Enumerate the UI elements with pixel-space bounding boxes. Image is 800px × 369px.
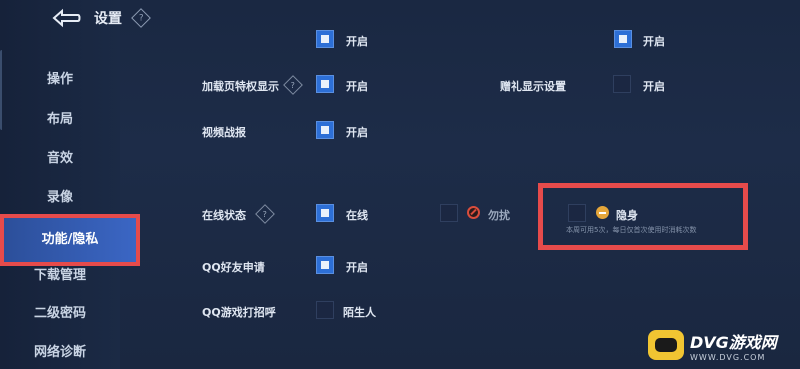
qq-game-greeting-label: QQ游戏打招呼 [202,306,276,319]
header: 设置 ? [48,6,151,30]
row0-right-checkbox[interactable] [614,30,632,48]
invisible-option-label: 隐身 [616,209,638,222]
online-status-label: 在线状态 [202,209,246,222]
sidebar-item-audio[interactable]: 音效 [0,147,120,166]
loading-privilege-label: 加载页特权显示 [202,80,279,93]
dnd-checkbox[interactable] [440,204,458,222]
back-icon[interactable] [48,8,82,28]
online-checkbox[interactable] [316,204,334,222]
sidebar-item-recording[interactable]: 录像 [0,186,120,205]
video-report-checkbox[interactable] [316,121,334,139]
watermark: DVG游戏网 WWW.DVG.COM [648,325,798,365]
sidebar-item-password[interactable]: 二级密码 [0,302,120,321]
help-icon[interactable]: ? [131,8,151,28]
row0-right-value: 开启 [643,35,665,48]
page-title: 设置 [94,11,122,27]
qq-friend-request-label: QQ好友申请 [202,261,265,274]
qq-game-greeting-value: 陌生人 [343,306,376,319]
qq-game-greeting-checkbox[interactable] [316,301,334,319]
row0-left-value: 开启 [346,35,368,48]
sidebar-item-operation[interactable]: 操作 [0,68,120,87]
video-report-value: 开启 [346,126,368,139]
gamepad-logo-icon [648,330,684,360]
do-not-disturb-icon [467,206,480,219]
online-option-label: 在线 [346,209,368,222]
loading-privilege-value: 开启 [346,80,368,93]
loading-privilege-help-icon[interactable]: ? [283,75,303,95]
invisible-usage-note: 本周可用5次，每日仅首次使用时消耗次数 [566,226,697,234]
invisible-checkbox[interactable] [568,204,586,222]
gift-display-value: 开启 [643,80,665,93]
watermark-url: WWW.DVG.COM [690,352,766,362]
watermark-title: DVG游戏网 [690,332,777,352]
gift-display-label: 赠礼显示设置 [500,80,566,93]
online-status-help-icon[interactable]: ? [255,204,275,224]
qq-friend-request-checkbox[interactable] [316,256,334,274]
sidebar-item-network[interactable]: 网络诊断 [0,341,120,360]
qq-friend-request-value: 开启 [346,261,368,274]
video-report-label: 视频战报 [202,126,246,139]
row0-left-checkbox[interactable] [316,30,334,48]
sidebar: 操作 布局 音效 录像 下载管理 二级密码 网络诊断 [0,0,120,369]
gift-display-checkbox[interactable] [613,75,631,93]
loading-privilege-checkbox[interactable] [316,75,334,93]
dnd-option-label: 勿扰 [488,209,510,222]
invisible-mode-icon [596,206,609,219]
sidebar-item-layout[interactable]: 布局 [0,108,120,127]
sidebar-item-download[interactable]: 下载管理 [0,264,120,283]
sidebar-item-privacy[interactable]: 功能/隐私 [0,214,140,266]
